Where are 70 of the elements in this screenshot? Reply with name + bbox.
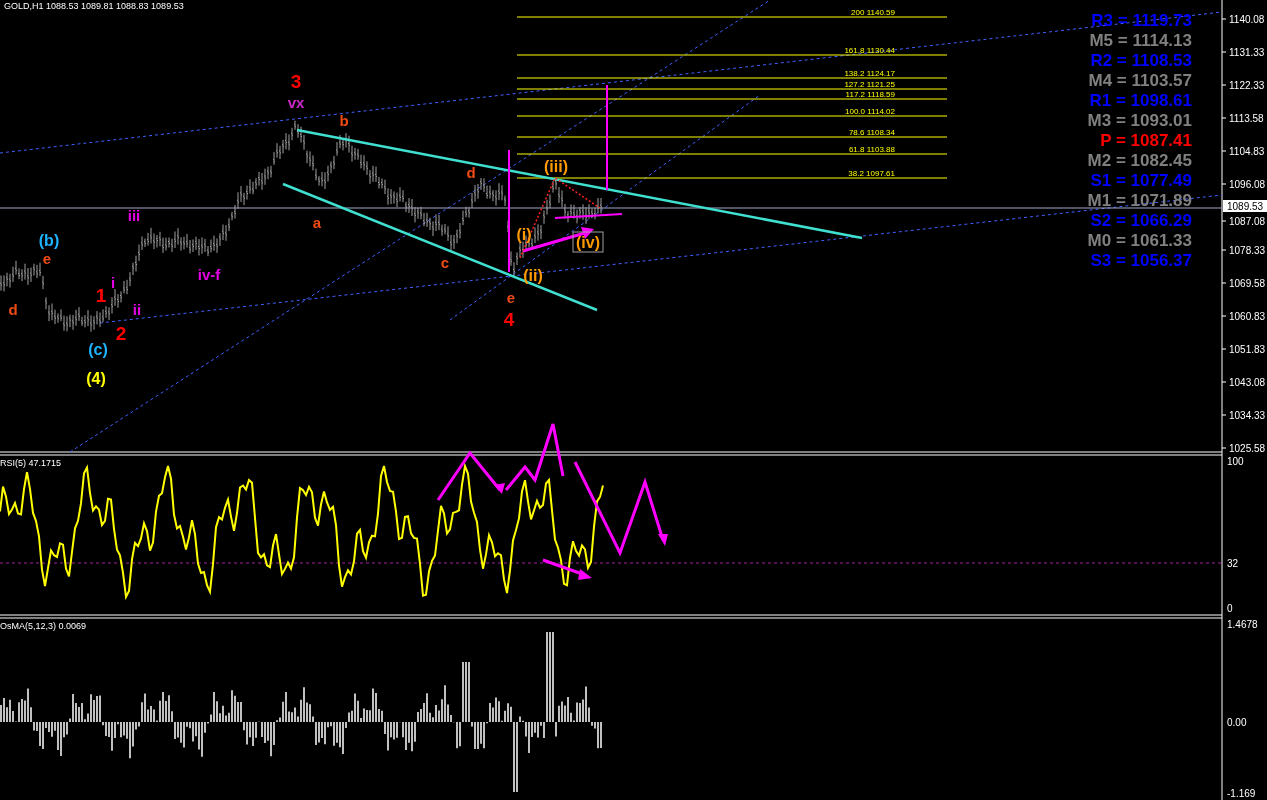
- wave-label: iii: [127, 207, 141, 224]
- pivot-level-label: M4 = 1103.57: [1088, 71, 1192, 90]
- wave-label: (i): [516, 226, 532, 243]
- price-axis-label: 1043.08: [1229, 377, 1266, 388]
- wave-label: 3: [290, 71, 302, 92]
- wave-label: i: [110, 274, 116, 291]
- current-price-tag: 1089.53: [1223, 200, 1267, 212]
- chart-header-text: GOLD,H1 1088.53 1089.81 1088.83 1089.53: [4, 1, 184, 11]
- price-axis-label: 1069.58: [1229, 278, 1266, 289]
- indicator-title: OsMA(5,12,3) 0.0069: [0, 621, 87, 631]
- fib-level-label: 61.8 1103.88: [848, 145, 895, 154]
- fib-level-label: 100.0 1114.02: [845, 107, 895, 116]
- pivot-level-label: S1 = 1077.49: [1090, 171, 1192, 190]
- price-axis-label: 1140.08: [1229, 14, 1265, 25]
- wave-label: e: [42, 250, 52, 267]
- wave-label: (iv): [572, 231, 604, 253]
- pivot-level-label: S3 = 1056.37: [1090, 251, 1192, 270]
- pivot-level-label: R2 = 1108.53: [1090, 51, 1192, 70]
- wave-label: 2: [115, 323, 127, 344]
- wave-label: (iii): [544, 158, 568, 175]
- wave-label: d: [8, 301, 18, 318]
- wave-label: (b): [38, 232, 60, 249]
- fib-level-label: 161.8 1130.44: [844, 46, 895, 55]
- price-axis-label: 1060.83: [1229, 311, 1266, 322]
- wave-label: a: [312, 214, 322, 231]
- wave-label: 4: [503, 309, 515, 330]
- price-axis-label: 1087.08: [1229, 216, 1266, 227]
- osma-axis-label: 1.4678: [1227, 619, 1258, 630]
- wave-label: 1: [95, 285, 107, 306]
- price-axis-label: 1051.83: [1229, 344, 1266, 355]
- osma-axis-label: 0.00: [1227, 717, 1247, 728]
- fib-level-label: 38.2 1097.61: [848, 169, 895, 178]
- price-axis-label: 1122.33: [1229, 80, 1265, 91]
- rsi-axis-label: 0: [1227, 603, 1233, 614]
- pivot-level-label: M3 = 1093.01: [1087, 111, 1192, 130]
- wave-label: vx: [287, 94, 305, 111]
- fib-level-label: 127.2 1121.25: [844, 80, 895, 89]
- rsi-axis-label: 100: [1227, 456, 1244, 467]
- price-axis-label: 1113.58: [1229, 113, 1264, 124]
- fib-level-label: 200 1140.59: [851, 8, 895, 17]
- pivot-level-label: P = 1087.41: [1100, 131, 1192, 150]
- wave-label: (ii): [523, 267, 543, 284]
- pivot-level-label: R1 = 1098.61: [1089, 91, 1192, 110]
- pivot-level-label: M2 = 1082.45: [1087, 151, 1192, 170]
- fib-level-label: 117.2 1118.59: [845, 90, 895, 99]
- wave-label: e: [506, 289, 516, 306]
- indicator-title: RSI(5) 47.1715: [0, 458, 62, 468]
- wave-label: (4): [86, 370, 106, 387]
- marker-line: [554, 213, 623, 219]
- fib-level-label: 78.6 1108.34: [848, 128, 895, 137]
- pivot-level-label: S2 = 1066.29: [1090, 211, 1192, 230]
- price-axis-label: 1078.33: [1229, 245, 1266, 256]
- price-axis-label: 1025.58: [1229, 443, 1266, 454]
- pivot-level-label: M0 = 1061.33: [1087, 231, 1192, 250]
- fib-level-label: 138.2 1124.17: [844, 69, 895, 78]
- osma-axis-label: -1.169: [1227, 788, 1256, 799]
- price-axis-label: 1034.33: [1229, 410, 1266, 421]
- wave-label: b: [339, 112, 349, 129]
- wave-label: ii: [132, 301, 142, 318]
- wave-label: iv-f: [197, 266, 221, 283]
- wave-label: (c): [88, 341, 108, 358]
- pivot-level-label: M5 = 1114.13: [1089, 31, 1192, 50]
- wave-label: d: [466, 164, 476, 181]
- price-axis-label: 1104.83: [1229, 146, 1265, 157]
- price-axis-label: 1096.08: [1229, 179, 1266, 190]
- wave-label: c: [440, 254, 450, 271]
- rsi-axis-label: 32: [1227, 558, 1239, 569]
- pivot-level-label: R3 = 1119.73: [1091, 11, 1192, 30]
- pivot-level-label: M1 = 1071.89: [1087, 191, 1192, 210]
- price-axis-label: 1131.33: [1229, 47, 1265, 58]
